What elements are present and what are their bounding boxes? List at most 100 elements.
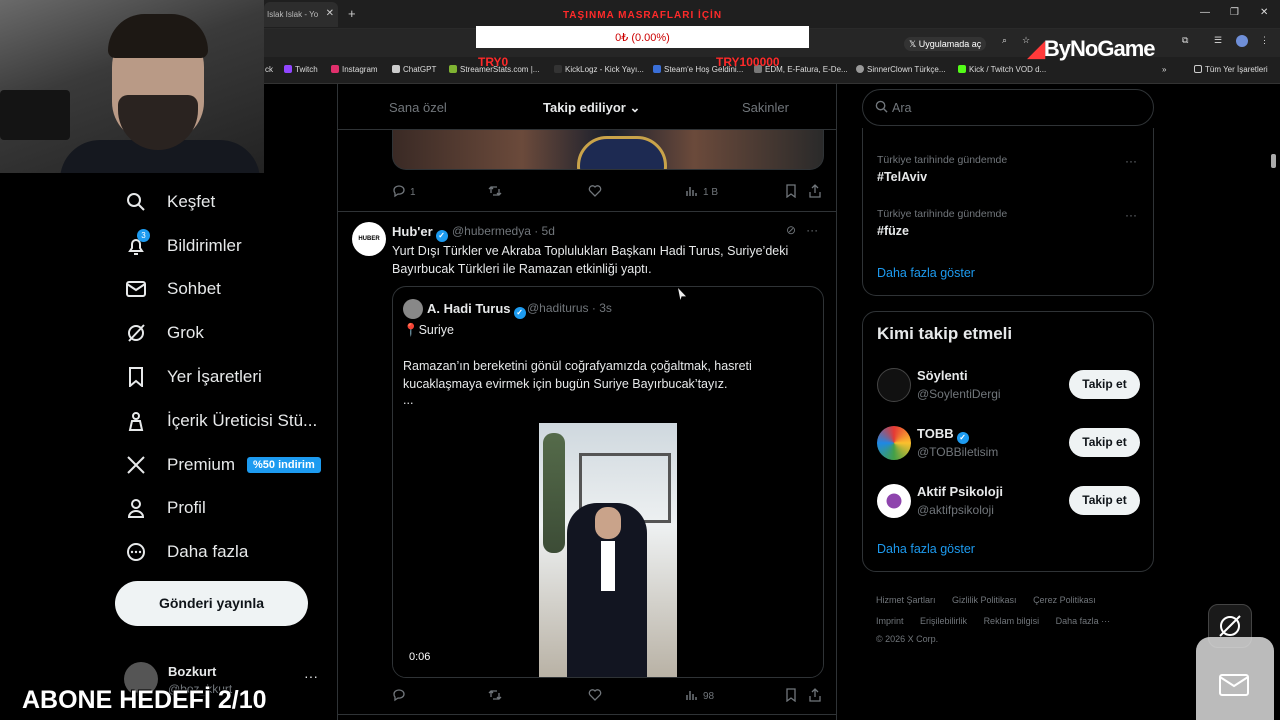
footer-link[interactable]: Erişilebilirlik [920,611,967,632]
repost-icon [488,688,502,705]
trend-item[interactable]: #TelAviv [877,170,927,184]
kicklogz-icon [554,65,562,73]
quoted-post[interactable]: A. Hadi Turus ✓ @haditurus · 3s 📍Suriye R… [392,286,824,678]
trend-item[interactable]: #füze [877,224,909,238]
video-person-shirt [601,541,615,591]
extensions-icon[interactable]: ⧉ [1182,35,1188,46]
author-handle[interactable]: @hubermedya · 5d [452,224,555,238]
grok-icon[interactable]: ⊘ [786,223,796,237]
suggested-name: Aktif Psikoloji [917,484,1003,499]
bookmark-icon [784,688,798,705]
quoted-author-name-text: A. Hadi Turus [427,301,511,316]
bookmark-label: Instagram [342,65,378,74]
close-tab-icon[interactable]: ✕ [326,8,334,19]
suggested-account[interactable]: Söylenti @SoylentiDergi Takip et [863,362,1153,412]
zoom-icon[interactable]: ⌕ [1002,35,1007,46]
open-in-app-button[interactable]: 𝕏 Uygulamada aç [904,37,987,51]
verified-badge-icon: ✓ [435,230,448,242]
who-to-follow-panel: Kimi takip etmeli Söylenti @SoylentiDerg… [862,311,1154,572]
search-input[interactable]: Ara [862,89,1154,126]
sidebar-item-bookmarks[interactable]: Yer İşaretleri [110,357,330,397]
show-more-link[interactable]: Daha fazla göster [877,542,975,556]
tab-search-icon[interactable]: ☰ [1214,35,1222,46]
bookmark-item[interactable]: Kick / Twitch VOD d... [958,65,1046,74]
sidebar-item-label: Profil [167,498,206,517]
sidebar-item-explore[interactable]: Keşfet [110,182,330,222]
trend-context: Türkiye tarihinde gündemde [877,154,1008,166]
sidebar-item-chat[interactable]: Sohbet [110,269,330,309]
tab-for-you[interactable]: Sana özel [389,100,447,115]
footer-link[interactable]: Daha fazla ··· [1056,611,1111,632]
follow-button[interactable]: Takip et [1069,428,1140,457]
bookmark-item[interactable]: SinnerClown Türkçe... [856,65,946,74]
more-options-icon[interactable]: ··· [304,668,318,684]
repost-button[interactable] [488,688,502,705]
browser-tab[interactable]: Islak Islak - Yo ✕ [264,2,338,27]
bookmark-item[interactable]: ChatGPT [392,65,436,74]
author-name[interactable]: Hub'er ✓ [392,224,448,242]
previous-post-media[interactable] [392,130,824,170]
more-bookmarks-icon[interactable]: » [1162,65,1166,74]
messages-drawer[interactable] [1196,637,1274,720]
tab-residents[interactable]: Sakinler [742,100,789,115]
avatar[interactable]: HUBER [352,222,386,256]
bookmark-item[interactable]: Instagram [331,65,378,74]
quoted-truncation: ... [403,393,414,407]
suggested-account[interactable]: TOBB ✓ @TOBBiletisim Takip et [863,420,1153,470]
new-tab-icon[interactable]: + [348,6,356,21]
views-button[interactable]: 98 [685,688,714,705]
webcam-feed [0,0,264,173]
bookmark-button[interactable] [784,184,798,201]
follow-button[interactable]: Takip et [1069,370,1140,399]
views-button[interactable]: 1 B [685,184,718,201]
show-more-link[interactable]: Daha fazla göster [877,266,975,280]
sidebar-item-profile[interactable]: Profil [110,488,330,528]
footer-link[interactable]: Reklam bilgisi [984,611,1040,632]
donation-progress-text: 0₺ (0.00%) [615,32,670,44]
bookmark-item[interactable]: KickLogz - Kick Yayı... [554,65,644,74]
repost-button[interactable] [488,184,502,201]
share-button[interactable] [808,688,822,705]
scrollbar[interactable] [1271,154,1276,168]
bookmark-icon [125,366,147,388]
tab-following[interactable]: Takip ediliyor ⌄ [543,100,640,116]
more-options-icon[interactable]: ··· [1125,208,1137,222]
footer-link[interactable]: Çerez Politikası [1033,590,1096,611]
sidebar-item-more[interactable]: Daha fazla [110,532,330,572]
timeline: 1 1 B HUBER Hub'er ✓ @hubermedya · 5d ⊘ ·… [337,84,837,720]
all-bookmarks-folder[interactable]: Tüm Yer İşaretleri [1194,65,1268,74]
bookmark-button[interactable] [784,688,798,705]
more-options-icon[interactable]: ··· [806,223,818,237]
reply-count: 1 [410,187,416,198]
footer-link[interactable]: Gizlilik Politikası [952,590,1017,611]
bookmark-item[interactable]: ck [265,65,273,74]
close-window-icon[interactable]: ✕ [1260,7,1268,18]
footer-link[interactable]: Imprint [876,611,904,632]
profile-avatar-icon[interactable] [1236,35,1248,47]
maximize-icon[interactable]: ❐ [1230,7,1239,18]
video-tree [543,433,565,553]
minimize-icon[interactable]: — [1200,7,1210,18]
folder-icon [1194,65,1202,73]
bookmark-item[interactable]: Twitch [284,65,318,74]
more-options-icon[interactable]: ··· [1125,154,1137,168]
menu-kebab-icon[interactable]: ⋮ [1260,35,1269,46]
follow-button[interactable]: Takip et [1069,486,1140,515]
share-button[interactable] [808,184,822,201]
sidebar-item-premium[interactable]: Premium %50 indirim [110,445,330,485]
sidebar-item-label: Premium [167,455,236,474]
sidebar-item-grok[interactable]: Grok [110,313,330,353]
suggested-account[interactable]: Aktif Psikoloji @aktifpsikoloji Takip et [863,478,1153,528]
like-button[interactable] [588,184,602,201]
post-button[interactable]: Gönderi yayınla [115,581,308,626]
reply-button[interactable] [392,688,406,705]
footer-link[interactable]: Hizmet Şartları [876,590,936,611]
like-button[interactable] [588,688,602,705]
chevron-down-icon: ⌄ [629,100,641,115]
reply-button[interactable]: 1 [392,184,416,201]
donation-goal-label: TRY100000 [716,55,780,69]
video-player[interactable]: 0:06 [393,423,823,677]
sidebar-item-creator-studio[interactable]: İçerik Üreticisi Stü... [110,401,330,441]
x-logo-icon [125,454,147,476]
reply-icon [392,688,406,705]
